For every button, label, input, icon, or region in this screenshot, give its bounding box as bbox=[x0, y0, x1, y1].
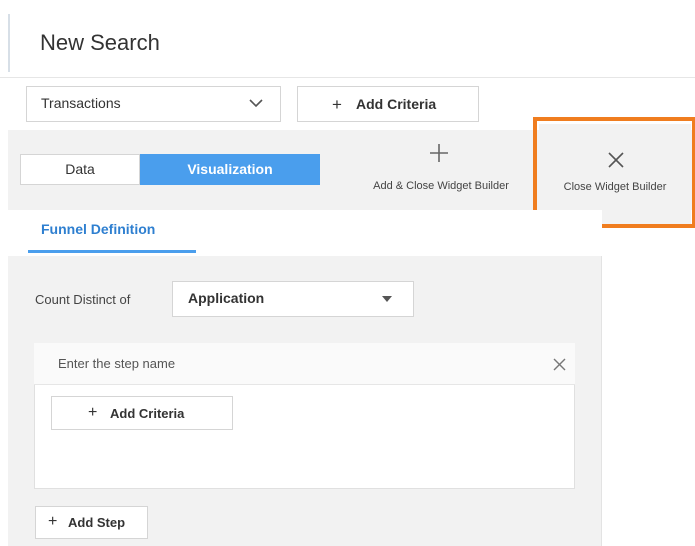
page-title: New Search bbox=[40, 30, 160, 55]
add-criteria-label: Add Criteria bbox=[356, 96, 437, 112]
plus-icon: + bbox=[48, 513, 58, 530]
close-icon[interactable] bbox=[553, 358, 566, 371]
step-name-placeholder: Enter the step name bbox=[58, 356, 176, 371]
tab-visualization[interactable]: Visualization bbox=[140, 154, 320, 185]
caret-down-icon[interactable] bbox=[382, 296, 392, 302]
chevron-down-icon[interactable] bbox=[248, 96, 264, 110]
add-step-label: Add Step bbox=[68, 515, 126, 530]
data-source-value: Transactions bbox=[41, 95, 121, 111]
tab-data[interactable]: Data bbox=[20, 154, 140, 185]
plus-icon: + bbox=[332, 95, 342, 114]
add-criteria-button[interactable]: + Add Criteria bbox=[297, 86, 479, 122]
plus-icon bbox=[430, 144, 448, 162]
plus-icon: + bbox=[88, 404, 98, 421]
add-close-widget-builder-label: Add & Close Widget Builder bbox=[373, 180, 509, 192]
step-add-criteria-label: Add Criteria bbox=[110, 406, 185, 421]
active-tab-underline bbox=[28, 250, 196, 253]
count-distinct-label: Count Distinct of bbox=[35, 292, 131, 307]
add-step-button[interactable]: + Add Step bbox=[35, 506, 148, 539]
tab-funnel-definition[interactable]: Funnel Definition bbox=[41, 221, 155, 237]
count-distinct-value: Application bbox=[188, 290, 265, 306]
header-accent-bar bbox=[8, 14, 10, 72]
step-add-criteria-button[interactable]: + Add Criteria bbox=[51, 396, 233, 430]
